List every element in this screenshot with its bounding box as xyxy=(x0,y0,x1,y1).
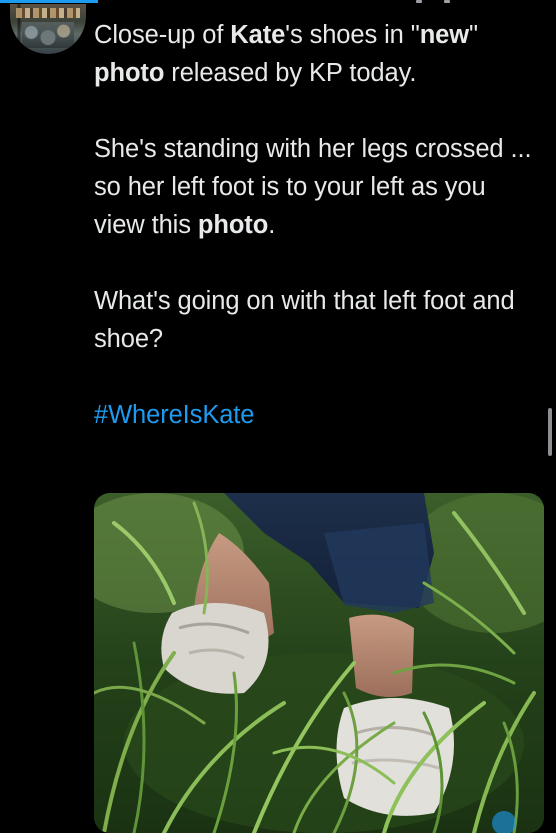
text-bold-kate: Kate xyxy=(230,21,286,49)
text-segment: " xyxy=(469,21,478,49)
hashtag-link[interactable]: #WhereIsKate xyxy=(94,396,539,434)
tweet-media-image[interactable] xyxy=(94,493,544,833)
hashtag-text[interactable]: #WhereIsKate xyxy=(94,401,254,429)
tweet-paragraph-3: What's going on with that left foot and … xyxy=(94,287,515,353)
top-progress-accent xyxy=(0,0,98,3)
text-segment: She's standing with her legs crossed ...… xyxy=(94,135,532,239)
text-bold-photo: photo xyxy=(94,59,165,87)
tweet-body: Close-up of Kate's shoes in "new" photo … xyxy=(94,16,539,434)
tweet-paragraph-1: Close-up of Kate's shoes in "new" photo … xyxy=(94,16,539,92)
text-segment: Close-up of xyxy=(94,21,231,49)
text-segment: 's shoes in " xyxy=(285,21,420,49)
text-bold-new: new xyxy=(419,21,469,49)
text-segment: . xyxy=(268,211,276,239)
avatar[interactable] xyxy=(10,4,86,54)
tweet-paragraph-2: She's standing with her legs crossed ...… xyxy=(94,130,539,244)
scrollbar-thumb[interactable] xyxy=(548,408,552,456)
text-bold-photo: photo xyxy=(197,211,269,239)
photo-shoes-in-grass xyxy=(94,493,544,833)
top-clipped-element xyxy=(416,0,450,3)
text-segment: released by KP today. xyxy=(164,59,417,87)
